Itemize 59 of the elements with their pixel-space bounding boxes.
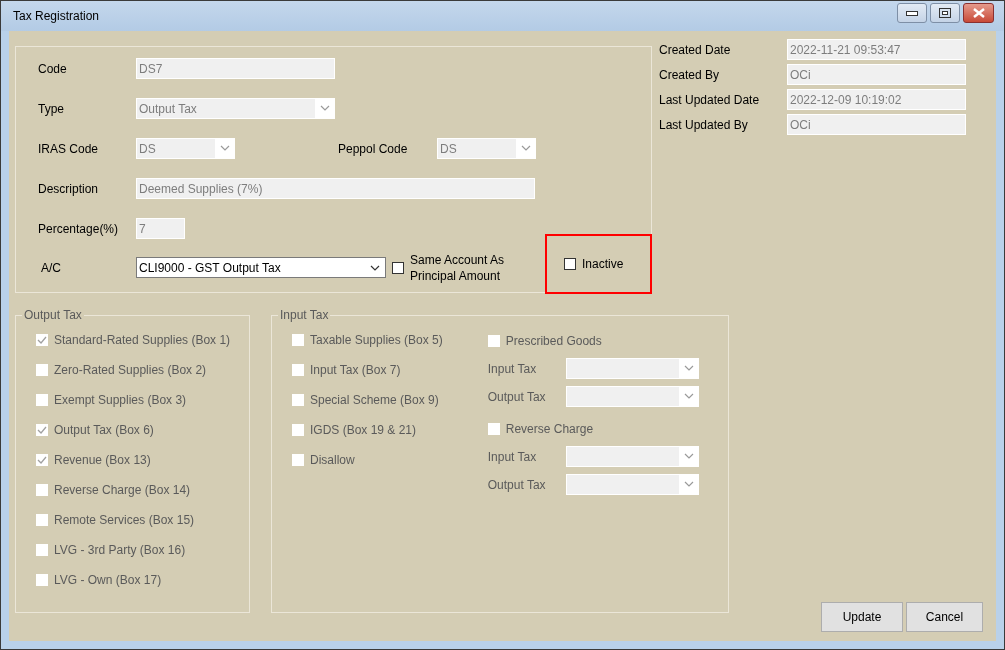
checkbox-label: Standard-Rated Supplies (Box 1) [54,332,231,348]
minimize-button[interactable] [897,3,927,23]
dropdown-field[interactable]: CLI9000 - GST Output Tax [136,257,386,278]
checkbox-label: Disallow [310,452,355,468]
checkbox-label: Reverse Charge (Box 14) [54,482,191,498]
chevron-down-icon [683,453,694,459]
field-label: Input Tax [487,361,538,376]
checkbox[interactable] [392,261,404,274]
field-label: Created By [659,67,721,82]
group-title: Output Tax [23,308,83,322]
field-label: Output Tax [487,477,547,492]
chevron-down-icon [683,393,694,399]
checkbox-label: Same Account As Principal Amount [410,251,506,284]
field-label: Percentage(%) [38,221,120,236]
dialog-button[interactable]: Cancel [906,602,983,632]
maximize-icon [939,8,951,18]
chevron-down-icon [683,365,694,371]
group-title: Input Tax [279,308,330,322]
text-field[interactable]: OCi [787,64,966,85]
field-label: Created Date [659,42,732,57]
checkbox-label: Taxable Supplies (Box 5) [310,332,443,348]
field-label: Code [38,61,68,76]
checkbox-label: Inactive [582,256,624,272]
text-field[interactable]: OCi [787,114,966,135]
field-label: Last Updated Date [659,92,761,107]
field-label: IRAS Code [38,141,100,156]
checkbox-label: Remote Services (Box 15) [54,512,195,528]
checkbox-label: Revenue (Box 13) [54,452,151,468]
chevron-down-icon [683,481,694,487]
field-label: Type [38,101,65,116]
field-label: Input Tax [487,449,538,464]
checkbox-label: Output Tax (Box 6) [54,422,154,438]
checkbox-label: Reverse Charge [505,420,594,437]
checkbox-label: Input Tax (Box 7) [310,362,401,378]
checkbox-label: Prescribed Goods [505,332,602,349]
chevron-down-icon [320,105,330,111]
text-field[interactable]: 2022-12-09 10:19:02 [787,89,966,110]
maximize-button[interactable] [930,3,960,23]
text-field[interactable]: 2022-11-21 09:53:47 [787,39,966,60]
chevron-down-icon [370,264,380,271]
dialog-button[interactable]: Update [821,602,903,632]
checkbox[interactable] [564,258,576,270]
field-label: Description [38,181,100,196]
minimize-icon [906,10,918,16]
field-label: A/C [40,260,62,275]
chevron-down-icon [521,145,531,151]
field-label: Peppol Code [338,141,409,156]
chevron-down-icon [220,145,230,151]
checkbox-label: LVG - Own (Box 17) [54,572,162,588]
window-title: Tax Registration [13,9,100,23]
field-label: Output Tax [487,389,547,404]
close-icon [972,8,985,18]
checkbox-label: Special Scheme (Box 9) [310,392,439,408]
checkbox-label: Exempt Supplies (Box 3) [54,392,187,408]
checkbox-label: IGDS (Box 19 & 21) [310,422,417,438]
field-label: Last Updated By [659,117,749,132]
close-button[interactable] [963,3,994,23]
checkbox-label: Zero-Rated Supplies (Box 2) [54,362,207,378]
checkbox-label: LVG - 3rd Party (Box 16) [54,542,186,558]
